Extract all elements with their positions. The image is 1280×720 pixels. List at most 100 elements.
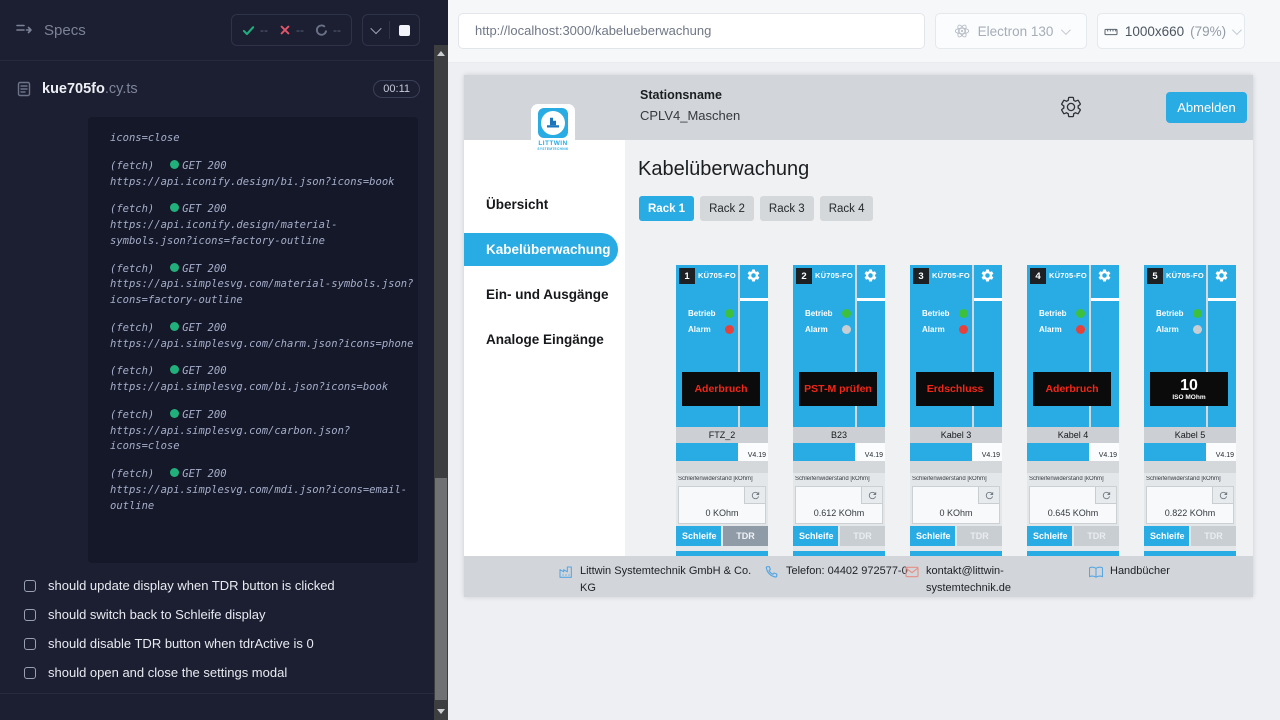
status-dot-icon bbox=[170, 160, 179, 169]
chevron-down-icon bbox=[1232, 25, 1242, 35]
test-stats: -- -- -- bbox=[231, 14, 352, 46]
viewport-selector[interactable]: 1000x660 (79%) bbox=[1097, 13, 1245, 49]
pending-icon bbox=[315, 24, 328, 37]
card-settings-icon[interactable] bbox=[863, 268, 879, 284]
refresh-icon[interactable] bbox=[1095, 487, 1116, 504]
specs-menu-icon[interactable] bbox=[14, 20, 34, 40]
runner-controls bbox=[362, 14, 420, 46]
sidebar-item[interactable]: Kabelüberwachung bbox=[464, 233, 618, 266]
status-dot-icon bbox=[170, 365, 179, 374]
alarm-row: Alarm bbox=[922, 325, 968, 334]
betrieb-row: Betrieb bbox=[922, 309, 968, 318]
measurement-panel: Schleifenwiderstand [kOhm] 0 KOhm Schlei… bbox=[676, 473, 768, 551]
betrieb-led bbox=[1076, 309, 1085, 318]
log-entry[interactable]: (fetch)GET 200 https://api.simplesvg.com… bbox=[110, 262, 414, 309]
slot-number: 1 bbox=[679, 268, 695, 284]
log-entry[interactable]: (fetch)GET 200 https://api.iconify.desig… bbox=[110, 202, 414, 249]
log-status: GET 200 bbox=[182, 203, 226, 215]
log-url: https://api.simplesvg.com/charm.json?ico… bbox=[110, 337, 414, 353]
reporter-scrollbar[interactable] bbox=[434, 45, 448, 720]
kue-device-card: 3 KÜ705-FO Betrieb Alarm bbox=[910, 265, 1002, 556]
refresh-icon[interactable] bbox=[1212, 487, 1233, 504]
refresh-icon[interactable] bbox=[978, 487, 999, 504]
tdr-button[interactable]: TDR bbox=[1074, 526, 1119, 546]
status-dot-icon bbox=[170, 468, 179, 477]
resistance-value: 0.822 KOhm bbox=[1147, 508, 1233, 518]
log-entry[interactable]: (fetch)GET 200 https://api.simplesvg.com… bbox=[110, 321, 414, 353]
test-item[interactable]: should switch back to Schleife display bbox=[0, 600, 448, 629]
tdr-button[interactable]: TDR bbox=[840, 526, 885, 546]
viewport-zoom: (79%) bbox=[1190, 24, 1226, 39]
card-settings-icon[interactable] bbox=[980, 268, 996, 284]
betrieb-led bbox=[725, 309, 734, 318]
log-entry[interactable]: (fetch)GET 200 https://api.simplesvg.com… bbox=[110, 364, 414, 396]
application-frame: LITTWIN SYSTEMTECHNIK Stationsname CPLV4… bbox=[464, 75, 1253, 597]
viewport-size: 1000x660 bbox=[1125, 24, 1184, 39]
log-entry[interactable]: (fetch)GET 200 https://api.simplesvg.com… bbox=[110, 408, 414, 455]
refresh-icon[interactable] bbox=[744, 487, 765, 504]
status-dot-icon bbox=[170, 263, 179, 272]
betrieb-led bbox=[842, 309, 851, 318]
chevron-down-icon[interactable] bbox=[370, 23, 381, 34]
test-item[interactable]: should disable TDR button when tdrActive… bbox=[0, 629, 448, 658]
scrollbar-thumb[interactable] bbox=[435, 478, 447, 700]
browser-name: Electron 130 bbox=[978, 24, 1054, 39]
footer-email: kontakt@littwin-systemtechnik.de bbox=[904, 563, 1026, 596]
status-dot-icon bbox=[170, 409, 179, 418]
log-status: GET 200 bbox=[182, 263, 226, 275]
phone-icon bbox=[764, 564, 780, 580]
rack-tab[interactable]: Rack 3 bbox=[760, 196, 814, 221]
app-footer: Littwin Systemtechnik GmbH & Co. KG Tele… bbox=[464, 556, 1253, 597]
card-settings-icon[interactable] bbox=[746, 268, 762, 284]
specs-title[interactable]: Specs bbox=[44, 22, 86, 39]
logout-button[interactable]: Abmelden bbox=[1166, 92, 1247, 123]
log-entry[interactable]: (fetch)GET 200 https://api.iconify.desig… bbox=[110, 159, 414, 191]
station-info: Stationsname CPLV4_Maschen bbox=[640, 88, 740, 123]
stop-button[interactable] bbox=[399, 25, 410, 36]
schleife-button[interactable]: Schleife bbox=[1027, 526, 1072, 546]
schleife-button[interactable]: Schleife bbox=[676, 526, 721, 546]
schleife-button[interactable]: Schleife bbox=[1144, 526, 1189, 546]
firmware-version: V4.19 bbox=[1208, 443, 1236, 461]
betrieb-label: Betrieb bbox=[922, 309, 950, 318]
address-bar[interactable]: http://localhost:3000/kabelueberwachung bbox=[458, 13, 925, 49]
ruler-icon bbox=[1103, 24, 1119, 40]
tdr-button[interactable]: TDR bbox=[957, 526, 1002, 546]
log-status: GET 200 bbox=[182, 160, 226, 172]
rack-tab[interactable]: Rack 4 bbox=[820, 196, 874, 221]
schleife-button[interactable]: Schleife bbox=[910, 526, 955, 546]
sidebar-item[interactable]: Analoge Eingänge bbox=[464, 323, 625, 356]
test-title: should update display when TDR button is… bbox=[48, 578, 335, 593]
alarm-led bbox=[1193, 325, 1202, 334]
sidebar-item[interactable]: Übersicht bbox=[464, 188, 625, 221]
device-model: KÜ705-FO bbox=[815, 271, 853, 280]
rack-tab[interactable]: Rack 2 bbox=[700, 196, 754, 221]
log-entry[interactable]: (fetch)GET 200 https://api.simplesvg.com… bbox=[110, 467, 414, 514]
card-settings-icon[interactable] bbox=[1097, 268, 1113, 284]
kue-device-card: 2 KÜ705-FO Betrieb Alarm bbox=[793, 265, 885, 556]
aut-panel: http://localhost:3000/kabelueberwachung … bbox=[448, 0, 1280, 720]
spec-file-row[interactable]: kue705fo.cy.ts 00:11 bbox=[0, 61, 448, 113]
measurement-panel: Schleifenwiderstand [kOhm] 0.612 KOhm Sc… bbox=[793, 473, 885, 551]
test-item[interactable]: should update display when TDR button is… bbox=[0, 571, 448, 600]
betrieb-row: Betrieb bbox=[1039, 309, 1085, 318]
status-value: 10 bbox=[1180, 377, 1198, 395]
tdr-button[interactable]: TDR bbox=[1191, 526, 1236, 546]
tdr-button[interactable]: TDR bbox=[723, 526, 768, 546]
browser-selector[interactable]: Electron 130 bbox=[935, 13, 1087, 49]
status-unit: ISO MOhm bbox=[1172, 394, 1205, 401]
rack-tab[interactable]: Rack 1 bbox=[639, 196, 694, 221]
settings-gear-icon[interactable] bbox=[1059, 95, 1083, 119]
schleife-button[interactable]: Schleife bbox=[793, 526, 838, 546]
divider bbox=[389, 21, 390, 39]
scroll-down-arrow-icon[interactable] bbox=[437, 709, 445, 714]
scroll-up-arrow-icon[interactable] bbox=[437, 51, 445, 56]
status-alarm-text: Erdschluss bbox=[927, 383, 984, 395]
sidebar-item[interactable]: Ein- und Ausgänge bbox=[464, 278, 625, 311]
card-settings-icon[interactable] bbox=[1214, 268, 1230, 284]
test-item[interactable]: should open and close the settings modal bbox=[0, 658, 448, 687]
footer-manuals[interactable]: Handbücher bbox=[1088, 563, 1170, 580]
cable-name: Kabel 5 bbox=[1144, 427, 1236, 443]
refresh-icon[interactable] bbox=[861, 487, 882, 504]
version-row bbox=[676, 443, 738, 461]
